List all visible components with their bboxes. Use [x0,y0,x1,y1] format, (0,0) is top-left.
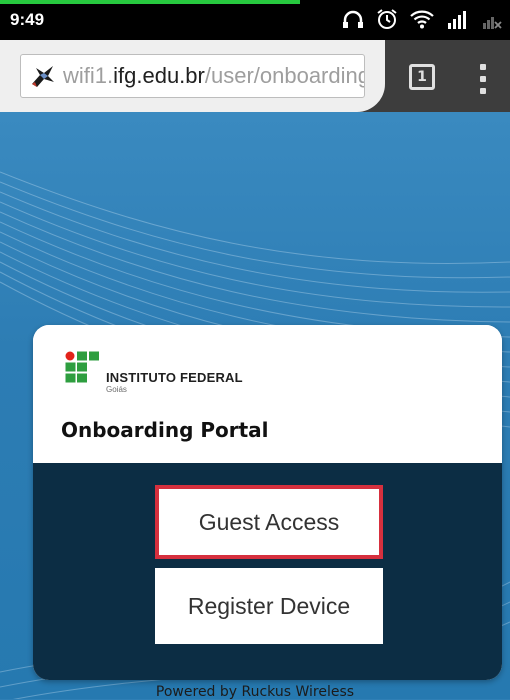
ifg-logo-icon [65,351,99,383]
card-actions-panel: Guest Access Register Device [33,463,502,680]
address-bar[interactable]: wifi1.ifg.edu.br/user/onboarding [20,54,365,98]
url-tab: wifi1.ifg.edu.br/user/onboarding [0,40,385,112]
browser-toolbar: wifi1.ifg.edu.br/user/onboarding 1 [0,40,510,112]
footer-powered-by: Powered by Ruckus Wireless [155,684,355,700]
tab-count: 1 [417,69,427,85]
overflow-menu-icon[interactable] [480,64,486,94]
register-device-button[interactable]: Register Device [155,568,383,644]
signal-icon [446,9,470,33]
url-prefix: wifi1. [63,63,114,88]
card-header: INSTITUTO FEDERAL Goiás Onboarding Porta… [33,325,502,463]
site-favicon-icon [29,62,57,90]
headphones-icon [342,9,364,33]
onboarding-card: INSTITUTO FEDERAL Goiás Onboarding Porta… [33,325,502,680]
url-host: ifg.edu.br [113,63,205,88]
wifi-icon [410,9,434,33]
status-bar: 9:49 [0,0,510,40]
alarm-icon [376,8,398,34]
page-title: Onboarding Portal [61,418,269,442]
url-path: /user/onboarding [204,63,365,88]
status-time: 9:49 [10,10,45,29]
logo-name: INSTITUTO FEDERAL [106,370,243,385]
guest-access-button[interactable]: Guest Access [155,485,383,559]
page-load-progress [0,0,300,4]
url-text: wifi1.ifg.edu.br/user/onboarding [63,63,365,89]
status-icons [342,8,502,34]
logo-subtitle: Goiás [106,385,127,394]
tab-switcher-button[interactable]: 1 [409,64,435,90]
signal-off-icon [482,9,502,33]
